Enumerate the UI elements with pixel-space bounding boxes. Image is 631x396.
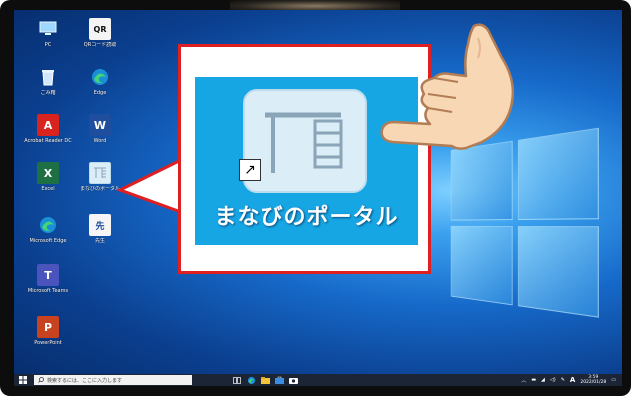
ime-indicator[interactable]: A bbox=[570, 376, 575, 384]
teams-icon: T bbox=[37, 264, 59, 286]
edge-icon bbox=[89, 66, 111, 88]
zoomed-icon-label: まなびのポータル bbox=[214, 205, 399, 230]
edge-icon bbox=[37, 214, 59, 236]
battery-icon[interactable]: ▬ bbox=[531, 377, 536, 383]
portal-icon bbox=[265, 112, 343, 173]
clock-date: 2022/01/28 bbox=[580, 380, 607, 385]
search-placeholder: 検索するには、ここに入力します bbox=[47, 377, 123, 384]
excel-icon: X bbox=[37, 162, 59, 184]
desktop-icon-word[interactable]: W Word bbox=[76, 114, 124, 144]
camera-icon bbox=[288, 377, 298, 384]
clock[interactable]: 3:59 2022/01/28 bbox=[580, 375, 606, 385]
task-view-icon bbox=[233, 376, 241, 384]
edge-icon bbox=[247, 376, 255, 384]
start-button[interactable] bbox=[14, 374, 32, 386]
desktop-icon-teams[interactable]: T Microsoft Teams bbox=[24, 264, 72, 294]
shortcut-arrow-icon: ↗ bbox=[239, 159, 261, 181]
windows-icon bbox=[19, 376, 27, 384]
volume-icon[interactable]: ◁) bbox=[550, 377, 556, 383]
desktop-icon-powerpoint[interactable]: P PowerPoint bbox=[24, 316, 72, 346]
desktop-icon-acrobat[interactable]: A Acrobat Reader DC bbox=[24, 114, 72, 144]
desktop-icon-sensei[interactable]: 先 先生 bbox=[76, 214, 124, 244]
word-icon: W bbox=[89, 114, 111, 136]
notification-icon[interactable]: ▭ bbox=[611, 377, 616, 383]
search-icon bbox=[38, 377, 44, 383]
folder-icon bbox=[260, 376, 270, 384]
portal-icon bbox=[89, 162, 111, 184]
taskbar-store[interactable] bbox=[272, 374, 286, 386]
powerpoint-icon: P bbox=[37, 316, 59, 338]
task-view-button[interactable] bbox=[230, 374, 244, 386]
taskbar-camera[interactable] bbox=[286, 374, 300, 386]
pc-icon bbox=[37, 18, 59, 40]
recycle-bin-icon bbox=[37, 66, 59, 88]
desktop-icon-microsoft-edge[interactable]: Microsoft Edge bbox=[24, 214, 72, 244]
portal-icon-large bbox=[243, 89, 367, 193]
chevron-up-icon[interactable]: ︿ bbox=[521, 377, 526, 384]
taskbar: 検索するには、ここに入力します ︿ ▬ ◢ ◁) ✎ A 3:59 2022/0… bbox=[14, 374, 622, 386]
desktop-icon-portal[interactable]: まなびのポータル bbox=[76, 162, 124, 192]
taskbar-search-box[interactable]: 検索するには、ここに入力します bbox=[34, 375, 192, 385]
desktop-icon-qr[interactable]: QR QRコード読取 bbox=[76, 18, 124, 48]
taskbar-file-explorer[interactable] bbox=[258, 374, 272, 386]
sensei-icon: 先 bbox=[89, 214, 111, 236]
qr-icon: QR bbox=[89, 18, 111, 40]
system-tray: ︿ ▬ ◢ ◁) ✎ A 3:59 2022/01/28 ▭ bbox=[521, 375, 622, 385]
network-icon[interactable]: ◢ bbox=[541, 377, 545, 383]
desktop-icon-pc[interactable]: PC bbox=[24, 18, 72, 48]
store-icon bbox=[274, 376, 284, 384]
pointing-hand-icon bbox=[380, 23, 515, 150]
desktop-icon-edge[interactable]: Edge bbox=[76, 66, 124, 96]
acrobat-icon: A bbox=[37, 114, 59, 136]
desktop-icon-recycle-bin[interactable]: ごみ箱 bbox=[24, 66, 72, 96]
desktop-icon-excel[interactable]: X Excel bbox=[24, 162, 72, 192]
pen-icon[interactable]: ✎ bbox=[561, 377, 565, 383]
taskbar-edge[interactable] bbox=[244, 374, 258, 386]
